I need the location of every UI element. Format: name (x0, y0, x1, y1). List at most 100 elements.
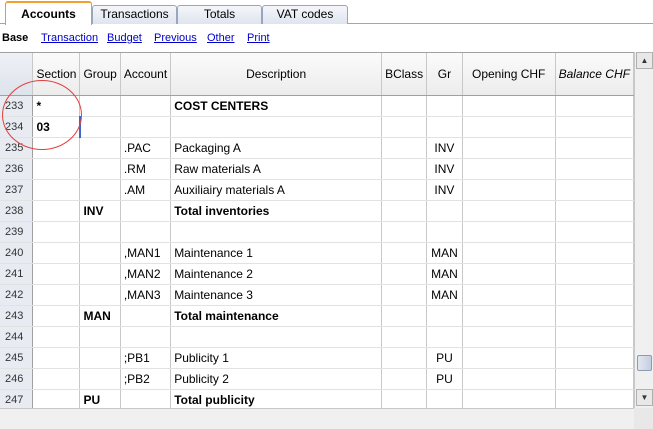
cell-balance[interactable] (555, 221, 634, 243)
cell-section[interactable] (32, 368, 81, 390)
cell-balance[interactable] (555, 242, 634, 264)
cell-group[interactable] (79, 95, 121, 117)
arrow-down-icon[interactable]: ▼ (636, 389, 653, 406)
cell-bclass[interactable] (381, 263, 428, 285)
cell-balance[interactable] (555, 116, 634, 138)
cell-opening[interactable] (462, 284, 556, 306)
cell-gr[interactable]: PU (426, 347, 463, 369)
cell-opening[interactable] (462, 326, 556, 348)
view-link-transaction[interactable]: Transaction (41, 32, 98, 44)
cell-account[interactable]: ;PB1 (120, 347, 172, 369)
cell-bclass[interactable] (381, 284, 428, 306)
table-row[interactable]: 240 ,MAN1 Maintenance 1 MAN (0, 242, 634, 264)
table-row[interactable]: 244 (0, 326, 634, 348)
table-row[interactable]: 242 ,MAN3 Maintenance 3 MAN (0, 284, 634, 306)
cell-account[interactable] (120, 200, 172, 222)
cell-balance[interactable] (555, 263, 634, 285)
cell-account[interactable] (120, 116, 172, 138)
cell-balance[interactable] (555, 389, 634, 408)
cell-opening[interactable] (462, 200, 556, 222)
cell-bclass[interactable] (381, 221, 428, 243)
table-row[interactable]: 247 PU Total publicity (0, 389, 634, 408)
cell-section[interactable]: * (32, 95, 81, 117)
cell-gr[interactable]: INV (426, 158, 463, 180)
cell-opening[interactable] (462, 263, 556, 285)
cell-opening[interactable] (462, 368, 556, 390)
cell-description[interactable]: Raw materials A (170, 158, 383, 180)
view-base[interactable]: Base (2, 32, 28, 44)
cell-gr[interactable]: INV (426, 179, 463, 201)
cell-group[interactable] (79, 263, 121, 285)
cell-opening[interactable] (462, 95, 556, 117)
cell-description[interactable]: COST CENTERS (170, 95, 383, 117)
cell-section[interactable] (32, 242, 81, 264)
cell-balance[interactable] (555, 305, 634, 327)
table-row[interactable]: 245 ;PB1 Publicity 1 PU (0, 347, 634, 369)
cell-opening[interactable] (462, 116, 556, 138)
cell-group[interactable]: MAN (79, 305, 121, 327)
cell-bclass[interactable] (381, 200, 428, 222)
cell-section[interactable] (32, 221, 81, 243)
cell-description[interactable]: Auxiliairy materials A (170, 179, 383, 201)
cell-balance[interactable] (555, 368, 634, 390)
cell-group[interactable]: INV (79, 200, 121, 222)
cell-group[interactable] (79, 116, 121, 138)
cell-bclass[interactable] (381, 158, 428, 180)
table-row[interactable]: 237 .AM Auxiliairy materials A INV (0, 179, 634, 201)
cell-balance[interactable] (555, 179, 634, 201)
vertical-scrollbar[interactable]: ▲ ▼ (634, 52, 653, 408)
cell-opening[interactable] (462, 158, 556, 180)
cell-section[interactable] (32, 347, 81, 369)
cell-opening[interactable] (462, 347, 556, 369)
cell-account[interactable]: .RM (120, 158, 172, 180)
table-row[interactable]: 233 * COST CENTERS (0, 95, 634, 117)
cell-opening[interactable] (462, 179, 556, 201)
cell-description[interactable]: Packaging A (170, 137, 383, 159)
column-header-description[interactable]: Description (170, 53, 383, 96)
cell-account[interactable]: .PAC (120, 137, 172, 159)
cell-description[interactable] (170, 116, 383, 138)
cell-account[interactable]: .AM (120, 179, 172, 201)
cell-description[interactable] (170, 221, 383, 243)
column-header-opening[interactable]: Opening CHF (462, 53, 556, 96)
cell-gr[interactable] (426, 326, 463, 348)
cell-section[interactable] (32, 158, 81, 180)
cell-section[interactable] (32, 284, 81, 306)
cell-description[interactable]: Total maintenance (170, 305, 383, 327)
cell-bclass[interactable] (381, 368, 428, 390)
cell-description[interactable]: Maintenance 1 (170, 242, 383, 264)
table-row[interactable]: 235 .PAC Packaging A INV (0, 137, 634, 159)
cell-section[interactable] (32, 179, 81, 201)
cell-opening[interactable] (462, 137, 556, 159)
cell-group[interactable] (79, 179, 121, 201)
cell-group[interactable] (79, 137, 121, 159)
cell-description[interactable]: Total inventories (170, 200, 383, 222)
table-row[interactable]: 236 .RM Raw materials A INV (0, 158, 634, 180)
cell-section[interactable] (32, 200, 81, 222)
cell-balance[interactable] (555, 95, 634, 117)
cell-balance[interactable] (555, 200, 634, 222)
cell-gr[interactable]: MAN (426, 284, 463, 306)
cell-group[interactable] (79, 242, 121, 264)
cell-group[interactable]: PU (79, 389, 121, 408)
cell-balance[interactable] (555, 326, 634, 348)
column-header-gr[interactable]: Gr (426, 53, 463, 96)
cell-bclass[interactable] (381, 347, 428, 369)
cell-opening[interactable] (462, 305, 556, 327)
cell-section[interactable] (32, 305, 81, 327)
cell-description[interactable]: Publicity 2 (170, 368, 383, 390)
cell-bclass[interactable] (381, 305, 428, 327)
cell-section[interactable] (32, 137, 81, 159)
cell-group[interactable] (79, 284, 121, 306)
cell-account[interactable]: ,MAN2 (120, 263, 172, 285)
cell-balance[interactable] (555, 347, 634, 369)
table-row[interactable]: 234 03 (0, 116, 634, 138)
cell-gr[interactable] (426, 116, 463, 138)
cell-group[interactable] (79, 326, 121, 348)
table-row[interactable]: 238 INV Total inventories (0, 200, 634, 222)
cell-account[interactable] (120, 389, 172, 408)
tab-vat-codes[interactable]: VAT codes (262, 5, 348, 24)
cell-gr[interactable] (426, 305, 463, 327)
cell-bclass[interactable] (381, 95, 428, 117)
cell-section[interactable]: 03 (32, 116, 81, 138)
